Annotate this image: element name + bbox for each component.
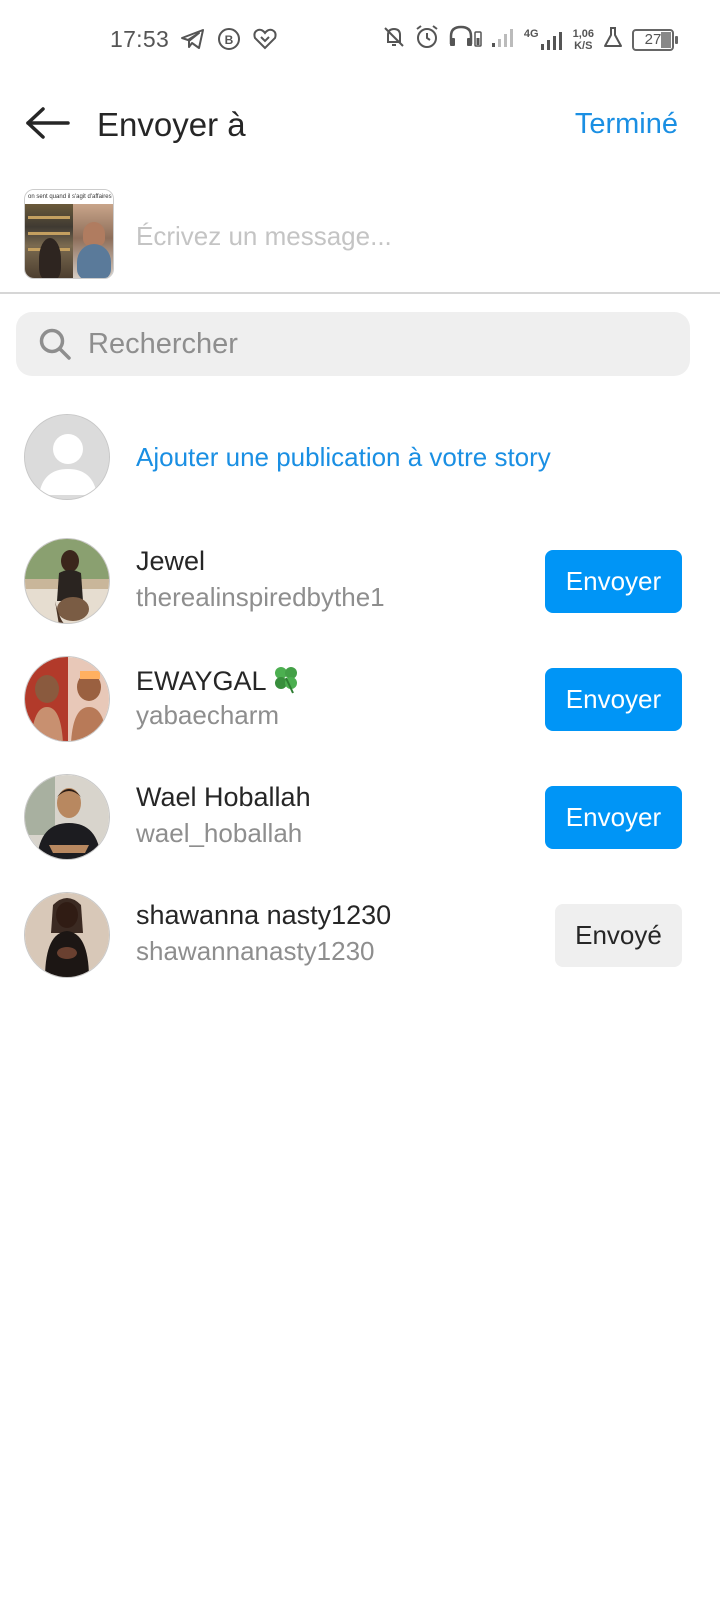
search-icon xyxy=(38,327,72,366)
send-button[interactable]: Envoyer xyxy=(545,786,682,849)
message-input[interactable] xyxy=(136,214,676,258)
contact-row: Jewel therealinspiredbythe1 Envoyer xyxy=(0,538,720,628)
contact-name: Jewel xyxy=(136,546,206,576)
header: Envoyer à Terminé xyxy=(0,80,720,172)
contact-name: EWAYGAL xyxy=(136,664,303,701)
contact-username: shawannanasty1230 xyxy=(136,936,375,966)
thumbnail-left-photo xyxy=(25,204,73,278)
sent-button[interactable]: Envoyé xyxy=(555,904,682,967)
network-indicator: 4G xyxy=(524,28,565,52)
add-to-story-row[interactable]: Ajouter une publication à votre story xyxy=(0,412,720,502)
search-bar[interactable] xyxy=(16,312,690,376)
contact-row: EWAYGAL yabaecharm Envoyer xyxy=(0,656,720,746)
svg-text:B: B xyxy=(225,33,234,47)
send-button[interactable]: Envoyer xyxy=(545,550,682,613)
back-button[interactable] xyxy=(20,102,74,148)
message-row: on sent quand il s'agit d'affaires xyxy=(0,186,720,294)
mute-icon xyxy=(382,25,406,54)
avatar[interactable] xyxy=(24,656,110,742)
avatar[interactable] xyxy=(24,774,110,860)
contact-row: shawanna nasty1230 shawannanasty1230 Env… xyxy=(0,892,720,982)
search-input[interactable] xyxy=(88,322,668,366)
contact-username: yabaecharm xyxy=(136,700,280,730)
default-avatar-icon xyxy=(24,414,110,500)
contact-username: wael_hoballah xyxy=(136,818,303,848)
done-button[interactable]: Terminé xyxy=(575,108,678,141)
contact-username: therealinspiredbythe1 xyxy=(136,582,385,612)
contact-name: Wael Hoballah xyxy=(136,782,311,812)
battery-level xyxy=(661,31,671,48)
thumbnail-right-photo xyxy=(73,204,113,278)
clover-icon xyxy=(269,664,303,701)
telegram-icon xyxy=(180,27,206,56)
status-time: 17:53 xyxy=(110,26,170,52)
battery-icon: 27 xyxy=(632,28,678,51)
avatar[interactable] xyxy=(24,892,110,978)
notification-icons: B xyxy=(180,26,278,57)
headphones-icon xyxy=(448,24,482,55)
thumbnail-caption: on sent quand il s'agit d'affaires xyxy=(25,190,113,204)
avatar[interactable] xyxy=(24,538,110,624)
contact-name: shawanna nasty1230 xyxy=(136,900,392,930)
send-button[interactable]: Envoyer xyxy=(545,668,682,731)
lab-icon xyxy=(602,25,624,54)
signal-icon xyxy=(490,25,516,54)
status-bar: 17:53 B 4G 1,06 K/S 27 xyxy=(0,0,720,80)
whatsapp-business-icon: B xyxy=(216,26,242,57)
page-title: Envoyer à xyxy=(97,106,246,143)
net-speed: 1,06 K/S xyxy=(572,27,594,52)
arrow-left-icon xyxy=(24,106,70,145)
system-icons: 4G 1,06 K/S 27 xyxy=(382,24,678,55)
alarm-icon xyxy=(414,24,440,55)
post-thumbnail: on sent quand il s'agit d'affaires xyxy=(24,189,114,279)
contact-row: Wael Hoballah wael_hoballah Envoyer xyxy=(0,774,720,864)
add-to-story-label: Ajouter une publication à votre story xyxy=(136,442,551,472)
heart-shield-icon xyxy=(252,27,278,56)
